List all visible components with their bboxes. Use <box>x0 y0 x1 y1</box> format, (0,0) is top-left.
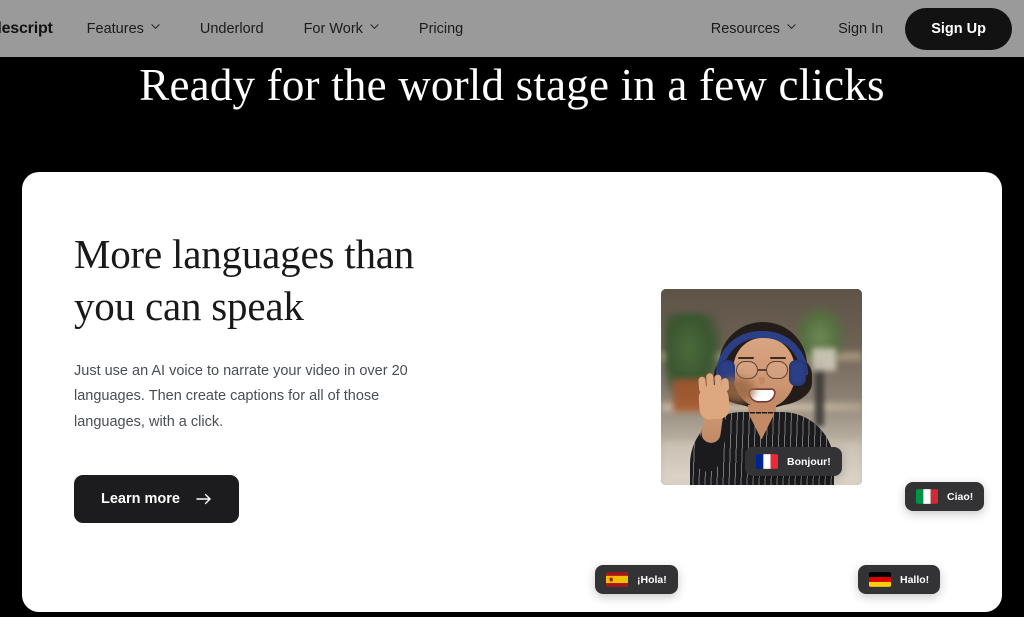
person-eyebrow <box>737 356 754 360</box>
learn-more-label: Learn more <box>101 491 180 508</box>
language-badge-french[interactable]: Bonjour! <box>745 447 842 476</box>
headphones-earcup <box>788 359 806 386</box>
france-flag-icon <box>756 454 778 469</box>
nav-item-pricing[interactable]: Pricing <box>399 21 483 37</box>
descript-logo[interactable]: descript <box>0 20 67 38</box>
hand-finger <box>721 377 730 392</box>
language-badge-german[interactable]: Hallo! <box>858 565 941 594</box>
feature-card-text-column: More languages than you can speak Just u… <box>74 228 444 524</box>
glasses-lens <box>765 360 788 379</box>
arrow-right-icon <box>196 493 212 505</box>
sign-in-link[interactable]: Sign In <box>816 21 905 37</box>
learn-more-button[interactable]: Learn more <box>74 475 239 524</box>
page-root: descript Features Underlord For Work <box>0 0 1024 617</box>
nav-item-label: Resources <box>710 20 781 37</box>
nav-left-group: descript Features Underlord For Work <box>0 20 483 38</box>
badge-text: ¡Hola! <box>637 573 667 586</box>
italy-flag-icon <box>916 489 938 504</box>
badge-text: Ciao! <box>947 490 974 503</box>
primary-nav-links: Features Underlord For Work Pricing <box>67 21 484 37</box>
background-pot <box>811 347 836 372</box>
feature-card-heading: More languages than you can speak <box>74 231 415 330</box>
nav-item-label: For Work <box>303 20 363 37</box>
nav-item-label: Pricing <box>418 20 464 37</box>
germany-flag-icon <box>869 572 891 587</box>
badge-text: Hallo! <box>900 573 930 586</box>
person-eyebrow <box>769 356 786 360</box>
nav-item-label: Underlord <box>199 20 264 37</box>
nav-item-label: Features <box>86 20 144 37</box>
nav-item-underlord[interactable]: Underlord <box>180 21 284 37</box>
hand-finger <box>706 373 715 393</box>
hand-finger <box>698 376 707 394</box>
person-nose <box>758 377 765 386</box>
chevron-down-icon <box>151 22 160 31</box>
language-badge-spanish[interactable]: ¡Hola! <box>595 565 678 594</box>
glasses-lens <box>735 360 758 379</box>
hero-headline: Ready for the world stage in a few click… <box>139 60 885 110</box>
chevron-down-icon <box>787 22 796 31</box>
badge-text: Bonjour! <box>787 455 831 468</box>
glasses-bridge <box>757 369 766 372</box>
nav-item-features[interactable]: Features <box>67 21 180 37</box>
nav-right-group: Resources Sign In Sign Up <box>691 7 1024 50</box>
nav-item-resources[interactable]: Resources <box>691 21 816 37</box>
top-navigation-bar: descript Features Underlord For Work <box>0 0 1024 57</box>
person-waving-hand <box>698 373 731 421</box>
feature-card-paragraph: Just use an AI voice to narrate your vid… <box>74 362 408 430</box>
spain-flag-icon <box>606 572 628 587</box>
nav-item-for-work[interactable]: For Work <box>284 21 399 37</box>
sign-up-button[interactable]: Sign Up <box>905 7 1012 50</box>
language-badge-italian[interactable]: Ciao! <box>905 482 985 511</box>
chevron-down-icon <box>370 22 379 31</box>
feature-card: More languages than you can speak Just u… <box>22 172 1002 612</box>
